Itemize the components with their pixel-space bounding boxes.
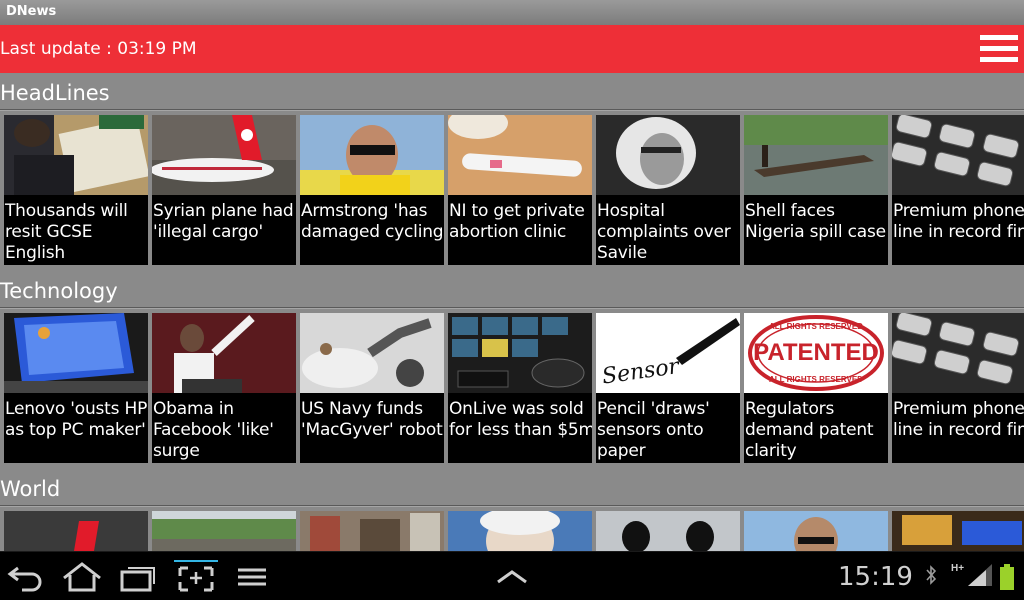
- home-icon[interactable]: [60, 560, 104, 594]
- system-navigation-bar: 15:19 H+: [0, 551, 1024, 600]
- section-headlines: HeadLines Thousands will resit GCSE Engl…: [0, 73, 1024, 265]
- news-card[interactable]: Lenovo 'ousts HP as top PC maker': [4, 313, 148, 463]
- technology-row: Lenovo 'ousts HP as top PC maker' Obama …: [0, 313, 1024, 467]
- news-card[interactable]: Obama in Facebook 'like' surge: [152, 313, 296, 463]
- news-card[interactable]: Armstrong 'has damaged cycling': [300, 115, 444, 265]
- header-bar: Last update : 03:19 PM: [0, 25, 1024, 73]
- chevron-up-icon[interactable]: [490, 560, 534, 594]
- news-card[interactable]: [300, 511, 444, 551]
- news-card[interactable]: [744, 511, 888, 551]
- screenshot-icon[interactable]: [174, 560, 218, 594]
- app-title: DNews: [6, 4, 57, 19]
- news-card[interactable]: [4, 511, 148, 551]
- signal-strength-icon: [968, 564, 992, 586]
- thumbnail-portrait-bw: [596, 115, 740, 195]
- thumbnail-pregnancy-test: [448, 115, 592, 195]
- card-caption: Syrian plane had 'illegal cargo': [153, 201, 294, 242]
- news-card[interactable]: Premium phone line in record fine: [892, 115, 1024, 265]
- section-divider: [0, 307, 1024, 309]
- thumbnail-patented-stamp: ALL RIGHTS RESERVED PATENTED ALL RIGHTS RE…: [744, 313, 888, 393]
- card-caption: Premium phone line in record fine: [893, 201, 1024, 242]
- network-type-label: H+: [951, 563, 965, 574]
- status-clock: 15:19: [838, 562, 913, 592]
- news-card[interactable]: NI to get private abortion clinic: [448, 115, 592, 265]
- section-title: Technology: [0, 279, 118, 303]
- thumbnail-pencil-sensor: Sensor: [596, 313, 740, 393]
- thumbnail-game-console: [448, 313, 592, 393]
- card-caption: Regulators demand patent clarity: [745, 399, 874, 461]
- recent-apps-icon[interactable]: [116, 560, 160, 594]
- card-caption: US Navy funds 'MacGyver' robot: [301, 399, 443, 440]
- thumbnail-robot-arm: [300, 313, 444, 393]
- card-caption: OnLive was sold for less than $5m: [449, 399, 592, 440]
- news-card[interactable]: Thousands will resit GCSE English: [4, 115, 148, 265]
- section-divider: [0, 505, 1024, 507]
- hamburger-menu-icon[interactable]: [980, 33, 1018, 65]
- thumbnail-river-boat: [744, 115, 888, 195]
- news-card[interactable]: [152, 511, 296, 551]
- back-icon[interactable]: [4, 560, 48, 594]
- card-caption: Armstrong 'has damaged cycling': [301, 201, 444, 242]
- stamp-main-text: PATENTED: [753, 339, 879, 366]
- news-card[interactable]: US Navy funds 'MacGyver' robot: [300, 313, 444, 463]
- section-technology: Technology Lenovo 'ousts HP as top PC ma…: [0, 271, 1024, 463]
- card-caption: Hospital complaints over Savile: [597, 201, 731, 263]
- menu-icon[interactable]: [230, 560, 274, 594]
- thumbnail-airplane: [152, 115, 296, 195]
- news-card[interactable]: Sensor Pencil 'draws' sensors onto paper: [596, 313, 740, 463]
- news-card[interactable]: Syrian plane had 'illegal cargo': [152, 115, 296, 265]
- section-world: World: [0, 469, 1024, 507]
- card-caption: Thousands will resit GCSE English: [5, 201, 128, 263]
- news-card[interactable]: [596, 511, 740, 551]
- thumbnail-laptop: [4, 313, 148, 393]
- thumbnail-phone-keypad: [892, 313, 1024, 393]
- news-card[interactable]: ALL RIGHTS RESERVED PATENTED ALL RIGHTS RE…: [744, 313, 888, 463]
- thumbnail-student-writing: [4, 115, 148, 195]
- news-card[interactable]: [448, 511, 592, 551]
- card-caption: Pencil 'draws' sensors onto paper: [597, 399, 710, 461]
- news-card[interactable]: Premium phone line in record fine: [892, 313, 1024, 463]
- card-caption: Obama in Facebook 'like' surge: [153, 399, 274, 461]
- news-card[interactable]: [892, 511, 1024, 551]
- thumbnail-phone-keypad: [892, 115, 1024, 195]
- app-title-bar: DNews: [0, 0, 1024, 25]
- card-caption: Lenovo 'ousts HP as top PC maker': [5, 399, 148, 440]
- section-title: HeadLines: [0, 81, 110, 105]
- card-caption: Shell faces Nigeria spill case: [745, 201, 886, 242]
- news-card[interactable]: OnLive was sold for less than $5m: [448, 313, 592, 463]
- card-caption: NI to get private abortion clinic: [449, 201, 585, 242]
- stamp-top-text: ALL RIGHTS RESERVED: [769, 322, 863, 331]
- last-update-label: Last update : 03:19 PM: [0, 39, 197, 59]
- thumbnail-speaker-podium: [152, 313, 296, 393]
- battery-icon: [1000, 564, 1014, 590]
- section-divider: [0, 109, 1024, 111]
- stamp-bottom-text: ALL RIGHTS RESERVED: [769, 375, 863, 384]
- world-row: [0, 511, 1024, 551]
- section-title: World: [0, 477, 61, 501]
- news-card[interactable]: Hospital complaints over Savile: [596, 115, 740, 265]
- headlines-row: Thousands will resit GCSE English Syrian…: [0, 115, 1024, 269]
- thumbnail-cyclist: [300, 115, 444, 195]
- bluetooth-icon: [926, 565, 937, 585]
- news-card[interactable]: Shell faces Nigeria spill case: [744, 115, 888, 265]
- card-caption: Premium phone line in record fine: [893, 399, 1024, 440]
